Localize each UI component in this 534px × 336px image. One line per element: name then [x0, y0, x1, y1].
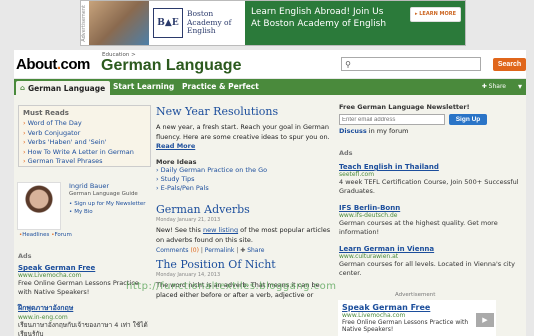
must-read-item[interactable]: › Verb Conjugator	[23, 129, 146, 139]
tab-start-learning[interactable]: Start Learning	[113, 82, 174, 91]
advertisement-label: Advertisement	[81, 4, 87, 42]
home-icon: ⌂	[20, 84, 26, 92]
banner-promo-text: Learn English Abroad! Join Us At Boston …	[251, 7, 387, 29]
site-title[interactable]: German Language	[101, 57, 241, 75]
ad-url[interactable]: www.ifs-deutsch.de	[339, 212, 524, 219]
article-title[interactable]: German Adverbs	[156, 203, 336, 216]
ads-label: Ads	[339, 149, 353, 157]
article-meta: Comments (0) | Permalink | ✚ Share	[156, 247, 265, 254]
newsletter-title: Free German Language Newsletter!	[339, 103, 470, 111]
guide-avatar[interactable]	[17, 182, 61, 230]
banner-logo: B▲E	[153, 8, 183, 38]
new-listing-link[interactable]: new listing	[203, 226, 238, 234]
comments-count: (0)	[190, 247, 199, 254]
idea-link[interactable]: › E-Pals/Pen Pals	[156, 184, 336, 193]
ad-url[interactable]: www.Livemocha.com	[342, 312, 492, 319]
about-logo[interactable]: About.com	[16, 56, 90, 73]
read-more-link[interactable]: Read More	[156, 142, 336, 150]
site-header: About.com Education > German Language ⚲ …	[14, 50, 526, 78]
ad-url[interactable]: www.in-eng.com	[18, 314, 153, 321]
comments-link[interactable]: Comments	[156, 247, 189, 254]
main-nav: ⌂ German Language Start Learning Practic…	[14, 79, 526, 95]
tab-home-label: German Language	[28, 83, 106, 93]
ad-url[interactable]: www.culturawien.at	[339, 253, 524, 260]
share-link[interactable]: Share	[247, 247, 264, 254]
guide-name[interactable]: Ingrid Bauer	[69, 182, 109, 190]
email-field[interactable]	[339, 114, 445, 125]
ad-description: 4 week TEFL Certification Course, Join 5…	[339, 178, 519, 195]
ads-label: Ads	[18, 252, 32, 260]
ad-description: เรียนภาษาอังกฤษกับเจ้าของภาษา 4 เท่า ใช้…	[18, 321, 148, 336]
tab-practice-perfect[interactable]: Practice & Perfect	[182, 82, 259, 91]
must-read-item[interactable]: › How To Write A Letter in German	[23, 148, 146, 158]
tab-home[interactable]: ⌂ German Language	[16, 81, 110, 95]
discuss-link[interactable]: Discuss	[339, 127, 367, 135]
search-button[interactable]: Search	[493, 58, 526, 71]
newsletter-signup-link[interactable]: • Sign up for My Newsletter	[69, 201, 146, 209]
ad-item: Teach English in Thailand seetefl.com 4 …	[339, 163, 524, 196]
left-ads: Ads Speak German Free www.Livemocha.com …	[18, 252, 153, 336]
forum-link[interactable]: Forum	[54, 232, 71, 238]
search-box: ⚲	[341, 57, 481, 71]
discuss-forum: Discuss in my forum	[339, 127, 409, 135]
share-icon: ✚	[240, 247, 246, 254]
main-column: New Year Resolutions A new year, a fresh…	[156, 105, 336, 300]
top-banner-ad[interactable]: Advertisement B▲E Boston Academy of Engl…	[80, 0, 466, 46]
guide-profile: Ingrid Bauer German Language Guide • Sign…	[17, 182, 153, 239]
ad-url[interactable]: seetefl.com	[339, 171, 524, 178]
bottom-ad-box[interactable]: Speak German Free www.Livemocha.com Free…	[338, 300, 496, 336]
sign-up-button[interactable]: Sign Up	[449, 114, 487, 125]
ad-title[interactable]: ฝึกพูดภาษาอังกฤษ	[18, 303, 153, 314]
article-body: A new year, a fresh start. Reach your go…	[156, 123, 330, 141]
banner-brand: Boston Academy of English	[187, 9, 232, 36]
ad-item: Learn German in Vienna www.culturawien.a…	[339, 245, 524, 278]
must-read-item[interactable]: › German Travel Phrases	[23, 157, 146, 167]
ad-description: Free Online German Lessons Practice with…	[342, 319, 469, 333]
idea-link[interactable]: › Study Tips	[156, 175, 336, 184]
my-bio-link[interactable]: • My Bio	[69, 209, 146, 217]
article-title[interactable]: The Position Of Nicht	[156, 258, 336, 271]
article-date: Monday January 21, 2013	[156, 217, 221, 223]
must-reads-heading: Must Reads	[23, 109, 69, 117]
ad-title[interactable]: Teach English in Thailand	[339, 163, 524, 171]
must-read-item[interactable]: › Word of The Day	[23, 119, 146, 129]
search-input[interactable]	[354, 58, 479, 70]
must-reads-box: Must Reads › Word of The Day › Verb Conjug…	[18, 105, 151, 167]
article-body: New! See this new listing of the most po…	[156, 226, 331, 244]
article-date: Monday January 14, 2013	[156, 272, 221, 278]
article-title[interactable]: New Year Resolutions	[156, 105, 336, 118]
headlines-link[interactable]: Headlines	[22, 232, 49, 238]
ad-next-arrow-icon[interactable]: ▶	[476, 313, 494, 327]
share-button[interactable]: ✚ Share	[482, 83, 506, 90]
ad-description: German courses for all levels. Located i…	[339, 260, 516, 277]
banner-photo	[89, 1, 149, 45]
must-read-item[interactable]: › Verbs 'Haben' and 'Sein'	[23, 138, 146, 148]
ad-item: IFS Berlin-Bonn www.ifs-deutsch.de Germa…	[339, 204, 524, 237]
right-column: Free German Language Newsletter! Sign Up…	[339, 103, 524, 286]
ad-title[interactable]: IFS Berlin-Bonn	[339, 204, 524, 212]
ad-title[interactable]: Speak German Free	[18, 264, 153, 272]
ad-title[interactable]: Learn German in Vienna	[339, 245, 524, 253]
ad-title[interactable]: Speak German Free	[342, 303, 492, 312]
share-icon: ✚	[481, 83, 489, 90]
search-icon: ⚲	[345, 59, 351, 69]
permalink-link[interactable]: Permalink	[205, 247, 235, 254]
watermark: http://functionaltextiles.bloggang.com	[126, 281, 337, 292]
idea-link[interactable]: › Daily German Practice on the Go	[156, 166, 336, 175]
ad-description: German courses at the highest quality. G…	[339, 219, 498, 236]
more-ideas-heading: More Ideas	[156, 158, 197, 166]
guide-footer-links: •Headlines •Forum	[19, 232, 72, 238]
ad-url[interactable]: www.Livemocha.com	[18, 272, 153, 279]
banner-promo: Learn English Abroad! Join Us At Boston …	[245, 1, 465, 45]
learn-more-button[interactable]: ▸ LEARN MORE	[410, 7, 461, 22]
advertisement-label: Advertisement	[395, 292, 436, 298]
guide-role: German Language Guide	[69, 191, 138, 197]
menu-icon[interactable]: ▾	[518, 82, 522, 91]
